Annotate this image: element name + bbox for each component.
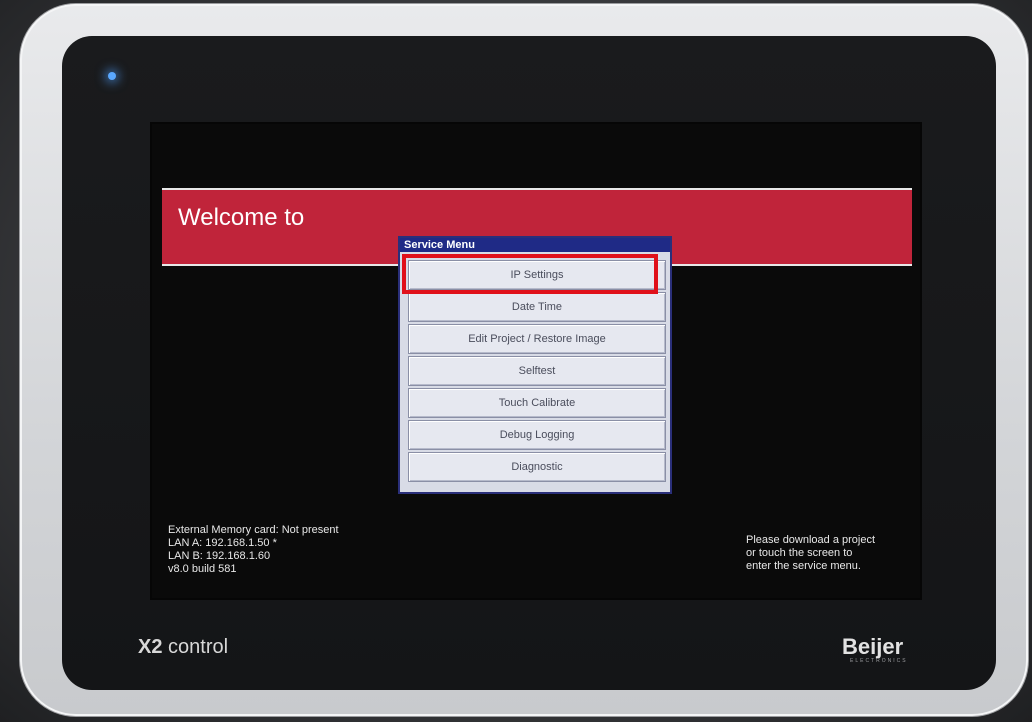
model-label-bold: X2 [138, 636, 163, 658]
device-status-info: External Memory card: Not present LAN A:… [168, 524, 339, 576]
power-led-icon [108, 72, 116, 80]
download-prompt: Please download a project or touch the s… [746, 534, 875, 573]
date-time-button[interactable]: Date Time [408, 292, 666, 322]
touch-calibrate-button[interactable]: Touch Calibrate [408, 388, 666, 418]
touch-screen[interactable]: Welcome to Service Menu IP Settings Date… [152, 124, 920, 598]
welcome-text: Welcome to [178, 204, 305, 231]
model-label-rest: control [168, 636, 229, 658]
debug-logging-button[interactable]: Debug Logging [408, 420, 666, 450]
service-menu-title: Service Menu [400, 238, 670, 252]
lan-b-address: LAN B: 192.168.1.60 [168, 550, 271, 562]
edit-project-restore-image-button[interactable]: Edit Project / Restore Image [408, 324, 666, 354]
prompt-line-1: Please download a project [746, 534, 876, 546]
selftest-button[interactable]: Selftest [408, 356, 666, 386]
prompt-line-2: or touch the screen to [746, 547, 853, 559]
brand-logo: Beijer [842, 634, 904, 659]
ip-settings-highlight-box [402, 254, 658, 294]
external-memory-status: External Memory card: Not present [168, 524, 339, 536]
firmware-version: v8.0 build 581 [168, 563, 237, 575]
diagnostic-button[interactable]: Diagnostic [408, 452, 666, 482]
brand-logo-subtitle: ELECTRONICS [850, 658, 908, 664]
lan-a-address: LAN A: 192.168.1.50 * [168, 537, 277, 549]
model-label: X2 control [138, 636, 228, 659]
prompt-line-3: enter the service menu. [746, 560, 861, 572]
